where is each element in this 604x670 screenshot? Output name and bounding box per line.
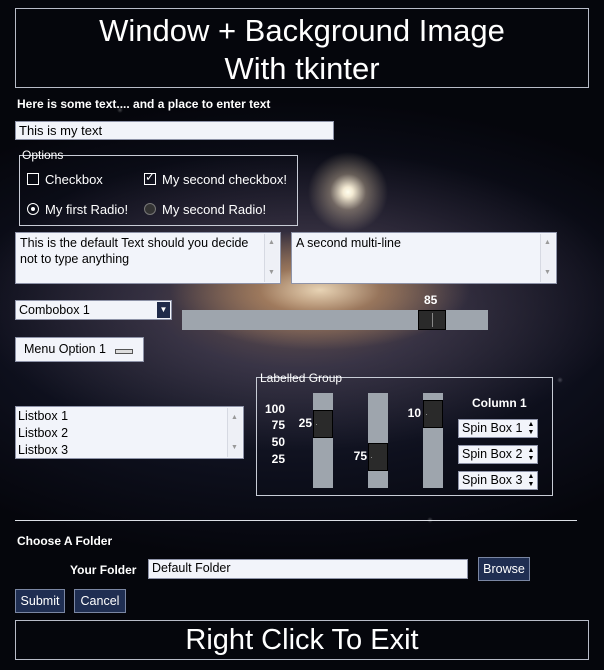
scroll-down-icon[interactable]: ▼: [544, 265, 551, 281]
multiline-text-2[interactable]: A second multi-line ▲ ▼: [291, 232, 557, 284]
radio-1-circle[interactable]: [27, 203, 39, 215]
tick-label: 75: [271, 418, 285, 432]
scroll-up-icon[interactable]: ▲: [231, 409, 238, 426]
hslider-trough[interactable]: [182, 310, 488, 330]
tick-label: 25: [271, 452, 285, 466]
checkbox-1-label: Checkbox: [45, 172, 103, 187]
vslider-3-value: 10: [407, 406, 421, 420]
vslider-3-trough[interactable]: [423, 393, 443, 488]
options-frame-title: Options: [22, 148, 64, 162]
hslider-value: 85: [424, 293, 438, 307]
hslider-thumb[interactable]: [418, 310, 446, 330]
spin-arrows-icon[interactable]: ▲ ▼: [526, 473, 536, 488]
scroll-up-icon[interactable]: ▲: [268, 235, 275, 251]
vslider-1-thumb[interactable]: [313, 410, 333, 438]
checkbox-1[interactable]: Checkbox: [27, 172, 103, 187]
spin-arrows-icon[interactable]: ▲ ▼: [526, 421, 536, 436]
multiline-text-1[interactable]: This is the default Text should you deci…: [15, 232, 281, 284]
folder-input[interactable]: Default Folder: [148, 559, 468, 579]
list-item[interactable]: Listbox 2: [18, 425, 225, 442]
window-title-line1: Window + Background Image: [99, 13, 505, 48]
text-entry-label: Here is some text.... and a place to ent…: [17, 97, 271, 111]
option-menu-value: Menu Option 1: [24, 342, 106, 356]
combobox[interactable]: Combobox 1 ▼: [15, 300, 172, 320]
radio-2-circle[interactable]: [144, 203, 156, 215]
vslider-2-thumb[interactable]: [368, 443, 388, 471]
spinbox-2[interactable]: Spin Box 2 ▲ ▼: [458, 445, 538, 464]
radio-1[interactable]: My first Radio!: [27, 202, 128, 217]
vslider-2-trough[interactable]: [368, 393, 388, 488]
tick-label: 100: [264, 402, 285, 416]
option-menu[interactable]: Menu Option 1: [15, 337, 144, 362]
scroll-down-icon[interactable]: ▼: [231, 439, 238, 456]
multiline-text-2-content: A second multi-line: [296, 236, 401, 250]
checkbox-2-label: My second checkbox!: [162, 172, 288, 187]
checkbox-2-box[interactable]: [144, 170, 156, 185]
vslider-2-value: 75: [353, 449, 367, 463]
folder-heading: Choose A Folder: [17, 534, 113, 548]
scroll-down-icon[interactable]: ▼: [268, 265, 275, 281]
chevron-down-icon[interactable]: ▼: [157, 302, 170, 318]
footer-text: Right Click To Exit: [185, 624, 419, 656]
column-title: Column 1: [472, 396, 527, 410]
title-frame: Window + Background Image With tkinter: [15, 8, 589, 88]
spinbox-2-value: Spin Box 2: [462, 447, 523, 461]
cancel-button[interactable]: Cancel: [74, 589, 126, 613]
vslider-3-thumb[interactable]: [423, 400, 443, 428]
radio-1-label: My first Radio!: [45, 202, 129, 217]
spinbox-1-value: Spin Box 1: [462, 421, 523, 435]
vslider-1-value: 25: [298, 416, 312, 430]
list-item[interactable]: Listbox 3: [18, 442, 225, 459]
listbox[interactable]: Listbox 1 Listbox 2 Listbox 3 ▲ ▼: [15, 406, 244, 459]
vslider-1-trough[interactable]: [313, 393, 333, 488]
spinbox-3-value: Spin Box 3: [462, 473, 523, 487]
radio-2[interactable]: My second Radio!: [144, 202, 266, 217]
scroll-up-icon[interactable]: ▲: [544, 235, 551, 251]
multiline-2-scrollbar[interactable]: ▲ ▼: [540, 234, 555, 282]
multiline-text-1-content: This is the default Text should you deci…: [20, 236, 249, 266]
horizontal-separator: [15, 520, 577, 521]
checkbox-2[interactable]: My second checkbox!: [144, 170, 288, 187]
labelled-group-title: Labelled Group: [260, 371, 343, 385]
window-title-line2: With tkinter: [224, 51, 380, 86]
submit-button[interactable]: Submit: [15, 589, 65, 613]
spinbox-3[interactable]: Spin Box 3 ▲ ▼: [458, 471, 538, 490]
tick-label: 50: [271, 435, 285, 449]
spinbox-1[interactable]: Spin Box 1 ▲ ▼: [458, 419, 538, 438]
multiline-1-scrollbar[interactable]: ▲ ▼: [264, 234, 279, 282]
folder-label: Your Folder: [70, 563, 137, 577]
checkbox-1-box[interactable]: [27, 173, 39, 185]
listbox-scrollbar[interactable]: ▲ ▼: [227, 408, 242, 457]
text-entry-field[interactable]: This is my text: [15, 121, 334, 140]
combobox-value: Combobox 1: [19, 303, 90, 317]
list-item[interactable]: Listbox 1: [18, 408, 225, 425]
browse-button[interactable]: Browse: [478, 557, 530, 581]
menu-indicator-icon: [115, 349, 133, 354]
radio-2-label: My second Radio!: [162, 202, 267, 217]
footer-frame: Right Click To Exit: [15, 620, 589, 660]
spin-arrows-icon[interactable]: ▲ ▼: [526, 447, 536, 462]
